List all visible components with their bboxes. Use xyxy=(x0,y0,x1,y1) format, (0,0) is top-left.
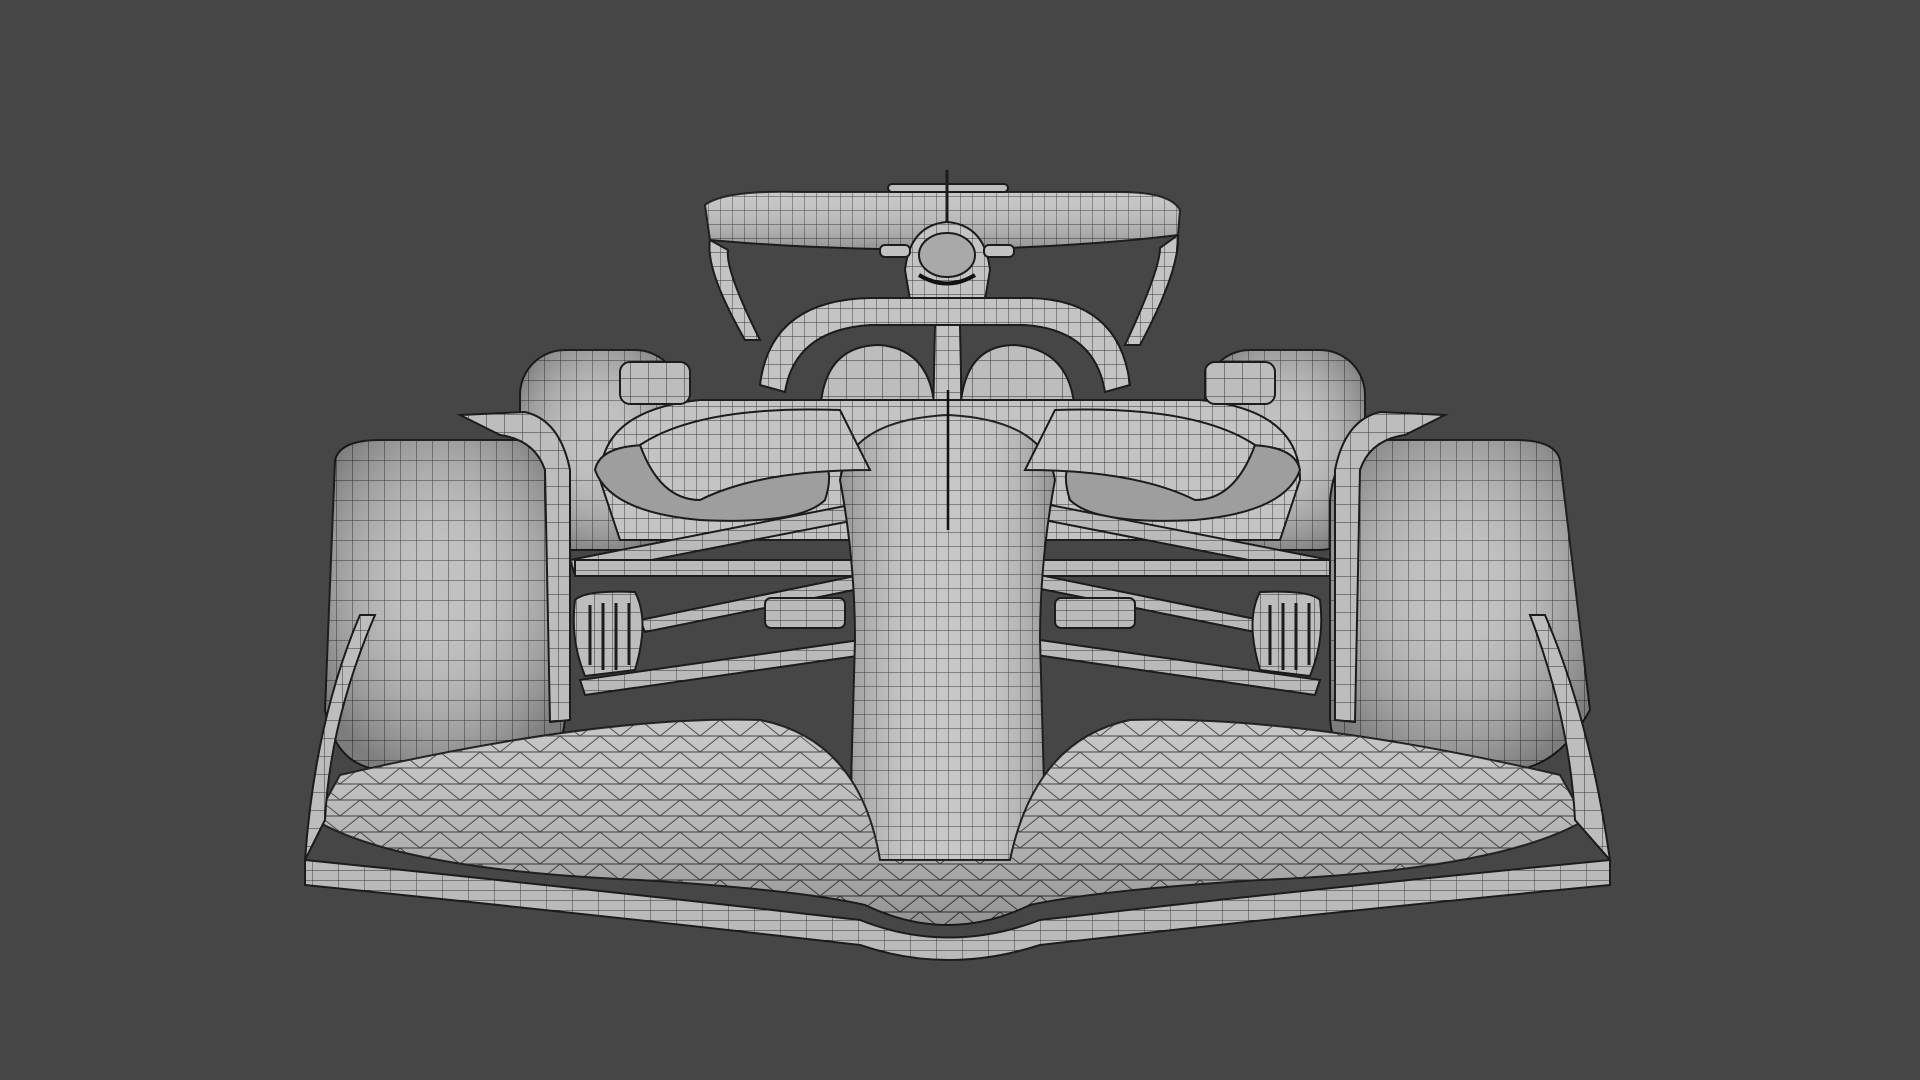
car-model xyxy=(304,170,1612,961)
3d-viewport[interactable] xyxy=(0,0,1920,1080)
front-tire-left xyxy=(323,439,566,771)
front-tire-right xyxy=(1329,439,1592,771)
